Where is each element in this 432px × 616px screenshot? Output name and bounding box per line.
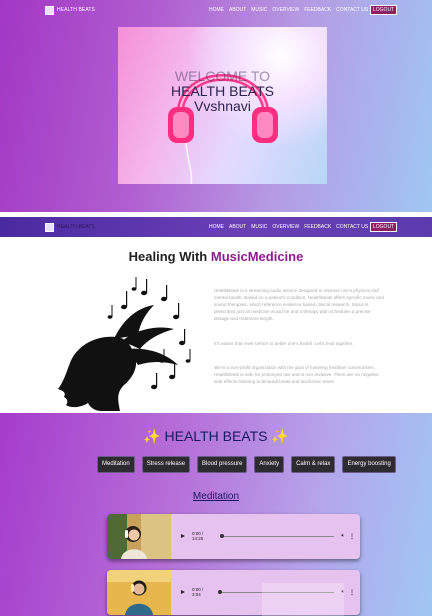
nav-link-contact[interactable]: CONTACT US [336, 7, 368, 13]
track-time: 0:00 / 14:25 [192, 531, 204, 541]
logout-button[interactable]: LOGOUT [370, 222, 398, 232]
section-subheading: Meditation [192, 491, 240, 502]
category-energy-boosting-button[interactable]: Energy boosting [343, 457, 395, 472]
nav-link-home[interactable]: HOME [209, 224, 224, 230]
music-title-text: HEALTH BEATS [164, 428, 268, 444]
about-paragraph-2: It's easier than ever before to better o… [214, 341, 354, 346]
brand[interactable]: HEALTH BEATS [45, 222, 95, 232]
about-heading: Healing With MusicMedicine [0, 249, 432, 264]
track-time: 0:00 / 3:04 [192, 587, 204, 597]
track-card: 0:00 / 14:25 🔈︎ ⋮ [107, 514, 360, 559]
track-thumbnail [107, 570, 171, 615]
nav-link-contact[interactable]: CONTACT US [336, 224, 368, 230]
play-icon[interactable] [181, 534, 185, 538]
nav-link-feedback[interactable]: FEEDBACK [304, 224, 331, 230]
nav-link-overview[interactable]: OVERVIEW [272, 224, 299, 230]
nav-links: HOME ABOUT MUSIC OVERVIEW FEEDBACK CONTA… [209, 7, 368, 13]
seek-knob[interactable] [218, 590, 223, 594]
nav-link-music[interactable]: MUSIC [251, 7, 267, 13]
category-meditation-button[interactable]: Meditation [98, 457, 134, 472]
logo-icon [45, 5, 54, 15]
nav-link-feedback[interactable]: FEEDBACK [304, 7, 331, 13]
seek-bar[interactable] [220, 534, 335, 538]
nav-link-overview[interactable]: OVERVIEW [272, 7, 299, 13]
logout-button[interactable]: LOGOUT [370, 5, 398, 15]
about-paragraph-1: HealthBeats is a streaming audio service… [214, 288, 384, 321]
play-icon[interactable] [181, 590, 185, 594]
about-navbar: HEALTH BEATS HOME ABOUT MUSIC OVERVIEW F… [0, 217, 432, 237]
hero-title: WELCOME TO HEALTH BEATS Vvshnavi [118, 69, 327, 114]
hero-title-line3: Vvshnavi [194, 98, 251, 114]
heading-accent: MusicMedicine [210, 249, 304, 264]
brand[interactable]: HEALTH BEATS [45, 5, 95, 15]
headphones-hero-image: WELCOME TO HEALTH BEATS Vvshnavi [118, 27, 327, 184]
music-title: ✨ HEALTH BEATS ✨ [0, 428, 432, 445]
category-calm-relax-button[interactable]: Calm & relax [292, 457, 335, 472]
nav-link-about[interactable]: ABOUT [229, 7, 246, 13]
about-section: HEALTH BEATS HOME ABOUT MUSIC OVERVIEW F… [0, 217, 432, 413]
logo-icon [45, 222, 54, 232]
about-paragraph-3: We're a non-profit organization with the… [214, 365, 379, 384]
sparkle-icon: ✨ [143, 428, 161, 444]
hero-section: HEALTH BEATS HOME ABOUT MUSIC OVERVIEW F… [0, 0, 432, 212]
nav-link-home[interactable]: HOME [209, 7, 224, 13]
category-blood-pressure-button[interactable]: Blood pressure [198, 457, 247, 472]
nav-link-music[interactable]: MUSIC [251, 224, 267, 230]
top-navbar: HEALTH BEATS HOME ABOUT MUSIC OVERVIEW F… [0, 0, 432, 20]
volume-icon[interactable]: 🔈︎ [341, 533, 345, 540]
overlay-panel [262, 583, 344, 616]
more-options-icon[interactable]: ⋮ [349, 589, 355, 596]
sparkle-icon: ✨ [271, 428, 289, 444]
nav-links: HOME ABOUT MUSIC OVERVIEW FEEDBACK CONTA… [209, 224, 368, 230]
category-anxiety-button[interactable]: Anxiety [255, 457, 284, 472]
category-buttons: Meditation Stress release Blood pressure… [98, 457, 395, 472]
brand-name: HEALTH BEATS [57, 224, 95, 230]
nav-link-about[interactable]: ABOUT [229, 224, 246, 230]
brand-name: HEALTH BEATS [57, 7, 95, 13]
track-thumbnail [107, 514, 171, 559]
music-head-illustration [58, 277, 191, 411]
hero-title-line2: HEALTH BEATS [171, 83, 274, 99]
category-stress-release-button[interactable]: Stress release [142, 457, 190, 472]
more-options-icon[interactable]: ⋮ [349, 533, 355, 540]
seek-knob[interactable] [220, 534, 225, 538]
heading-plain: Healing With [128, 249, 208, 264]
hero-title-line1: WELCOME TO [174, 68, 271, 84]
audio-player: 0:00 / 14:25 🔈︎ ⋮ [177, 529, 355, 543]
